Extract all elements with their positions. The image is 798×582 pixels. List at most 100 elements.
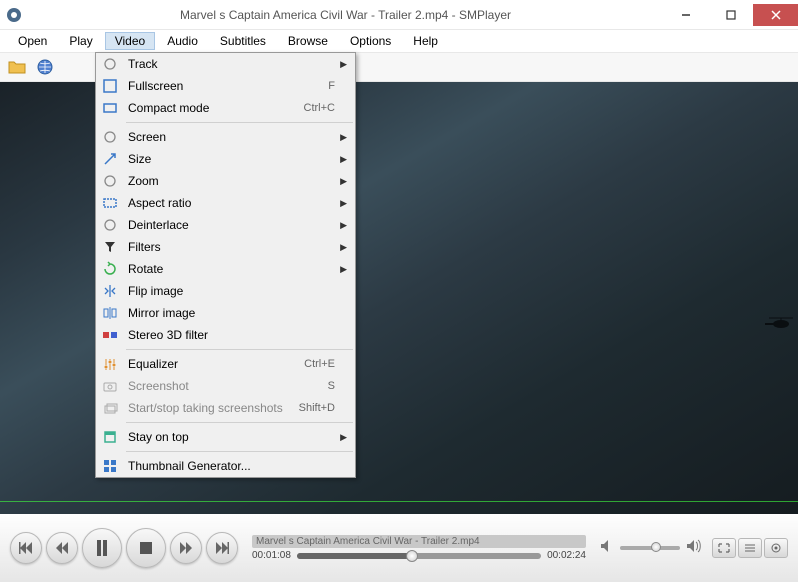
menu-item-track[interactable]: Track▶ (96, 53, 355, 75)
fullscreen-toggle-button[interactable] (712, 538, 736, 558)
menu-item-mirror-image[interactable]: Mirror image (96, 302, 355, 324)
zoom-icon (100, 173, 120, 189)
menu-item-label: Equalizer (128, 357, 304, 371)
menu-item-label: Thumbnail Generator... (128, 459, 349, 473)
menu-separator (126, 349, 353, 350)
seek-fill (297, 553, 412, 559)
menu-item-aspect-ratio[interactable]: Aspect ratio▶ (96, 192, 355, 214)
thumbnail-icon (100, 458, 120, 474)
close-button[interactable] (753, 4, 798, 26)
menu-item-label: Fullscreen (128, 79, 328, 93)
compact-icon (100, 100, 120, 116)
menu-item-screenshot: ScreenshotS (96, 375, 355, 397)
aspect-icon (100, 195, 120, 211)
menu-item-label: Aspect ratio (128, 196, 349, 210)
menu-item-thumbnail-generator[interactable]: Thumbnail Generator... (96, 455, 355, 477)
deinterlace-icon (100, 217, 120, 233)
playback-controls: Marvel s Captain America Civil War - Tra… (0, 514, 798, 582)
now-playing-title: Marvel s Captain America Civil War - Tra… (252, 535, 586, 548)
volume-handle[interactable] (651, 542, 661, 552)
volume-max-icon[interactable] (686, 539, 702, 558)
menu-help[interactable]: Help (403, 32, 448, 50)
submenu-arrow-icon: ▶ (340, 432, 347, 443)
menu-item-label: Start/stop taking screenshots (128, 401, 299, 415)
menu-item-flip-image[interactable]: Flip image (96, 280, 355, 302)
maximize-button[interactable] (708, 4, 753, 26)
menu-subtitles[interactable]: Subtitles (210, 32, 276, 50)
menu-video[interactable]: Video (105, 32, 155, 50)
submenu-arrow-icon: ▶ (340, 59, 347, 70)
titlebar: Marvel s Captain America Civil War - Tra… (0, 0, 798, 30)
menu-item-rotate[interactable]: Rotate▶ (96, 258, 355, 280)
submenu-arrow-icon: ▶ (340, 176, 347, 187)
minimize-button[interactable] (663, 4, 708, 26)
extra-buttons (712, 538, 788, 558)
seek-bar[interactable] (297, 553, 541, 559)
menu-item-compact-mode[interactable]: Compact modeCtrl+C (96, 97, 355, 119)
menu-audio[interactable]: Audio (157, 32, 208, 50)
menu-item-zoom[interactable]: Zoom▶ (96, 170, 355, 192)
settings-small-button[interactable] (764, 538, 788, 558)
submenu-arrow-icon: ▶ (340, 132, 347, 143)
volume-area (600, 539, 702, 558)
seek-handle[interactable] (406, 550, 418, 562)
menu-item-stay-on-top[interactable]: Stay on top▶ (96, 426, 355, 448)
filters-icon (100, 239, 120, 255)
menu-item-equalizer[interactable]: EqualizerCtrl+E (96, 353, 355, 375)
menu-item-shortcut: Ctrl+C (304, 102, 349, 114)
current-time: 00:01:08 (252, 550, 291, 561)
progress-area: Marvel s Captain America Civil War - Tra… (252, 535, 586, 561)
stop-button[interactable] (126, 528, 166, 568)
mirror-icon (100, 305, 120, 321)
menu-item-label: Compact mode (128, 101, 304, 115)
menu-play[interactable]: Play (59, 32, 102, 50)
menu-item-label: Filters (128, 240, 349, 254)
menu-browse[interactable]: Browse (278, 32, 338, 50)
menu-item-label: Deinterlace (128, 218, 349, 232)
volume-slider[interactable] (620, 546, 680, 550)
menu-item-label: Mirror image (128, 306, 349, 320)
menu-item-label: Stay on top (128, 430, 349, 444)
track-icon (100, 56, 120, 72)
menu-item-deinterlace[interactable]: Deinterlace▶ (96, 214, 355, 236)
menu-item-label: Flip image (128, 284, 349, 298)
menu-item-filters[interactable]: Filters▶ (96, 236, 355, 258)
menu-item-screen[interactable]: Screen▶ (96, 126, 355, 148)
open-url-icon[interactable] (34, 56, 56, 78)
app-icon (6, 7, 22, 23)
open-file-icon[interactable] (6, 56, 28, 78)
submenu-arrow-icon: ▶ (340, 220, 347, 231)
helicopter-silhouette (763, 312, 793, 332)
menu-item-shortcut: F (328, 80, 349, 92)
window-controls (663, 4, 798, 26)
menu-item-label: Track (128, 57, 349, 71)
menu-item-shortcut: Shift+D (299, 402, 349, 414)
forward-button[interactable] (170, 532, 202, 564)
previous-button[interactable] (10, 532, 42, 564)
playlist-button[interactable] (738, 538, 762, 558)
menu-item-size[interactable]: Size▶ (96, 148, 355, 170)
video-menu-dropdown: Track▶FullscreenFCompact modeCtrl+CScree… (95, 52, 356, 478)
menu-item-label: Stereo 3D filter (128, 328, 349, 342)
fullscreen-icon (100, 78, 120, 94)
menu-item-label: Screen (128, 130, 349, 144)
volume-mute-icon[interactable] (600, 539, 614, 558)
submenu-arrow-icon: ▶ (340, 154, 347, 165)
menu-item-label: Size (128, 152, 349, 166)
menu-separator (126, 122, 353, 123)
rewind-button[interactable] (46, 532, 78, 564)
flip-icon (100, 283, 120, 299)
menu-options[interactable]: Options (340, 32, 401, 50)
menu-separator (126, 451, 353, 452)
menu-open[interactable]: Open (8, 32, 57, 50)
menu-item-shortcut: S (328, 380, 349, 392)
next-button[interactable] (206, 532, 238, 564)
submenu-arrow-icon: ▶ (340, 198, 347, 209)
menu-item-fullscreen[interactable]: FullscreenF (96, 75, 355, 97)
screen-icon (100, 129, 120, 145)
screenshot-icon (100, 378, 120, 394)
screenshots-icon (100, 400, 120, 416)
menu-item-stereo-3d-filter[interactable]: Stereo 3D filter (96, 324, 355, 346)
pause-button[interactable] (82, 528, 122, 568)
menubar: OpenPlayVideoAudioSubtitlesBrowseOptions… (0, 30, 798, 52)
